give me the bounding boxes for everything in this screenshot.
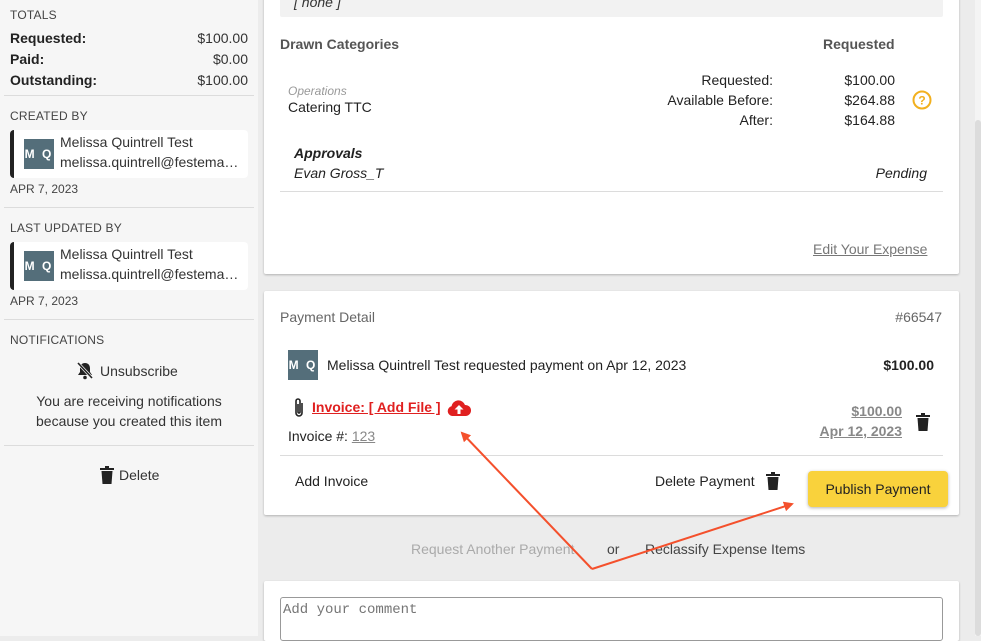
arrow-to-publish xyxy=(591,501,794,570)
arrow-to-upload xyxy=(460,431,593,570)
annotation-arrows xyxy=(460,431,794,570)
